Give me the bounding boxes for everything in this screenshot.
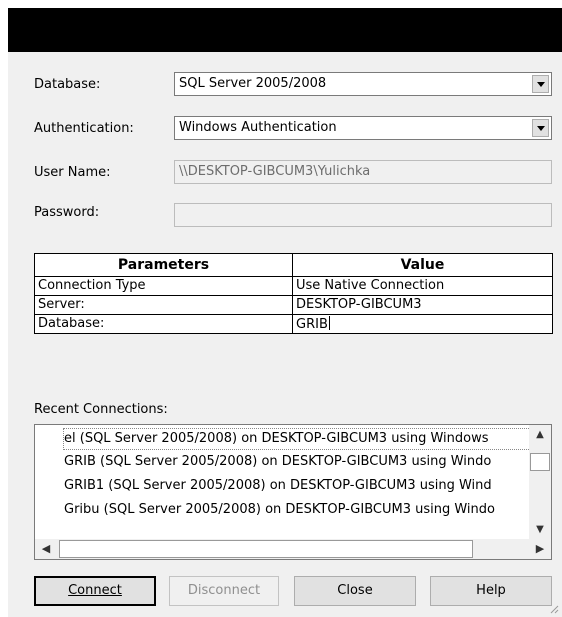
vertical-scroll-thumb[interactable] xyxy=(530,453,550,471)
parameter-value-cell[interactable]: DESKTOP-GIBCUM3 xyxy=(292,295,553,315)
scroll-right-arrow-icon[interactable]: ▶ xyxy=(529,539,551,559)
scroll-down-arrow-icon[interactable]: ▼ xyxy=(529,520,551,540)
parameters-header-row: Parameters Value xyxy=(34,253,553,277)
horizontal-scroll-thumb[interactable] xyxy=(59,540,473,558)
database-dropdown-value: SQL Server 2005/2008 xyxy=(179,76,327,91)
recent-connections-label: Recent Connections: xyxy=(34,402,168,417)
scroll-up-arrow-icon[interactable]: ▲ xyxy=(529,425,551,445)
authentication-label: Authentication: xyxy=(34,121,134,136)
close-button-label: Close xyxy=(337,583,373,598)
window-titlebar[interactable] xyxy=(8,8,562,52)
database-dropdown[interactable]: SQL Server 2005/2008 xyxy=(174,72,552,96)
parameter-value-cell[interactable]: Use Native Connection xyxy=(292,276,553,296)
close-button[interactable]: Close xyxy=(294,576,416,606)
help-button[interactable]: Help xyxy=(430,576,552,606)
text-caret xyxy=(328,315,330,330)
username-field-value: \\DESKTOP-GIBCUM3\Yulichka xyxy=(179,164,371,179)
table-row[interactable]: Connection Type Use Native Connection xyxy=(34,276,553,296)
table-row[interactable]: Database: GRIB xyxy=(34,314,553,334)
value-column-header: Value xyxy=(292,253,553,277)
username-label: User Name: xyxy=(34,165,111,180)
authentication-dropdown[interactable]: Windows Authentication xyxy=(174,116,552,140)
disconnect-button-label: Disconnect xyxy=(187,583,261,598)
parameter-value-edit-cell[interactable]: GRIB xyxy=(292,314,553,334)
password-label: Password: xyxy=(34,205,100,220)
connect-button-label: Connect xyxy=(68,583,122,598)
parameters-table: Parameters Value Connection Type Use Nat… xyxy=(34,253,553,334)
parameter-value-text[interactable]: GRIB xyxy=(296,317,328,332)
scroll-left-arrow-icon[interactable]: ◀ xyxy=(35,539,57,559)
parameters-column-header: Parameters xyxy=(34,253,293,277)
database-label: Database: xyxy=(34,77,101,92)
recent-connections-list[interactable]: el (SQL Server 2005/2008) on DESKTOP-GIB… xyxy=(34,424,552,560)
resize-grip-icon[interactable] xyxy=(549,604,559,614)
list-item[interactable]: GRIB (SQL Server 2005/2008) on DESKTOP-G… xyxy=(64,452,491,472)
help-button-label: Help xyxy=(476,583,506,598)
chevron-down-icon[interactable] xyxy=(532,75,549,93)
parameter-name-cell: Connection Type xyxy=(34,276,293,296)
disconnect-button: Disconnect xyxy=(169,576,279,606)
parameter-name-cell: Database: xyxy=(34,314,293,334)
username-field: \\DESKTOP-GIBCUM3\Yulichka xyxy=(174,160,552,184)
authentication-dropdown-value: Windows Authentication xyxy=(179,120,337,135)
horizontal-scrollbar[interactable]: ◀ ▶ xyxy=(35,539,551,559)
list-item[interactable]: GRIB1 (SQL Server 2005/2008) on DESKTOP-… xyxy=(64,476,492,496)
list-item[interactable]: el (SQL Server 2005/2008) on DESKTOP-GIB… xyxy=(63,428,535,450)
password-field xyxy=(174,203,552,227)
table-row[interactable]: Server: DESKTOP-GIBCUM3 xyxy=(34,295,553,315)
chevron-down-icon[interactable] xyxy=(532,119,549,137)
connect-button[interactable]: Connect xyxy=(34,576,156,606)
list-item[interactable]: Gribu (SQL Server 2005/2008) on DESKTOP-… xyxy=(64,500,495,520)
parameter-name-cell: Server: xyxy=(34,295,293,315)
vertical-scrollbar[interactable]: ▲ ▼ xyxy=(529,425,551,540)
